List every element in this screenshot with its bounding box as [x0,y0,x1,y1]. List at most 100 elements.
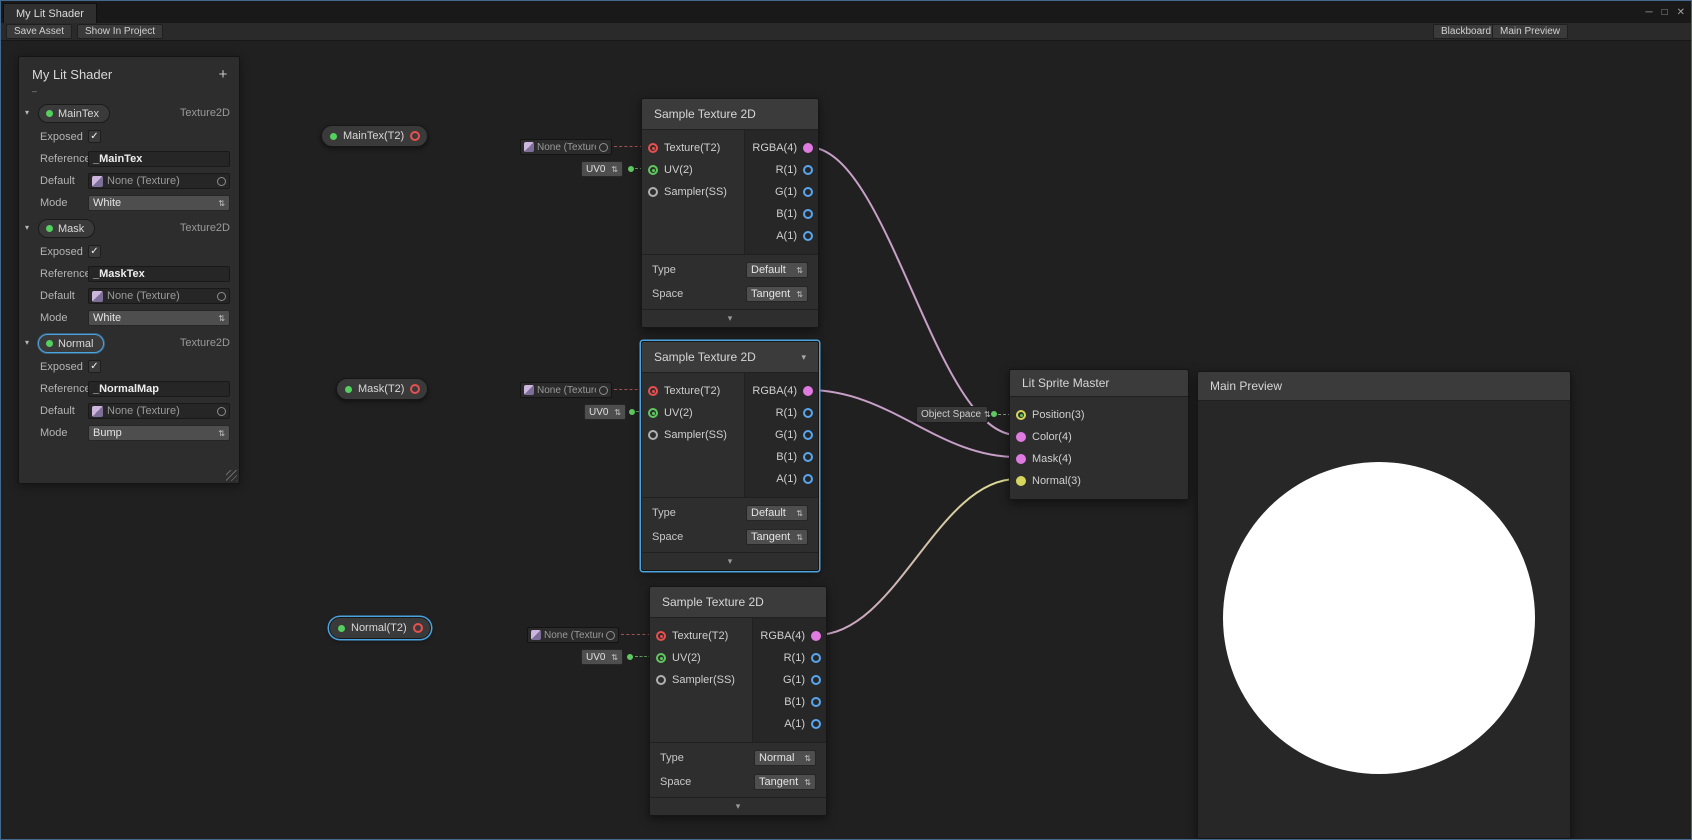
object-picker-icon[interactable] [599,386,608,395]
collapse-chevron-icon: ▾ [728,313,733,324]
tab-my-lit-shader[interactable]: My Lit Shader [3,3,97,23]
node-header[interactable]: Sample Texture 2D▾ [642,342,818,373]
default-texture-field[interactable]: None (Texture) [88,173,230,189]
node-collapse-button[interactable]: ▾ [642,309,818,327]
reference-input[interactable]: _MainTex [88,151,230,167]
close-icon[interactable]: ✕ [1677,7,1685,18]
node-sample-texture-2d-1[interactable]: Sample Texture 2D Texture(T2) UV(2) Samp… [641,98,819,328]
uv-channel-dropdown[interactable]: UV0 ⇅ [584,404,626,420]
b-output-port[interactable] [803,209,813,219]
save-asset-button[interactable]: Save Asset [6,24,72,39]
maximize-icon[interactable]: □ [1662,7,1668,18]
port-texture-output[interactable] [413,623,423,633]
object-picker-icon[interactable] [606,631,615,640]
normal-input-port[interactable] [1016,476,1026,486]
exposed-checkbox[interactable]: ✓ [88,130,101,143]
space-dropdown[interactable]: Tangent⇅ [746,286,808,302]
sampler-input-port[interactable] [656,675,666,685]
r-output-port[interactable] [803,408,813,418]
sampler-input-port[interactable] [648,187,658,197]
mask-input-port[interactable] [1016,454,1026,464]
r-output-port[interactable] [803,165,813,175]
a-output-port[interactable] [803,231,813,241]
preview-viewport[interactable] [1198,401,1570,838]
object-picker-icon[interactable] [217,407,226,416]
rgba-output-port[interactable] [811,631,821,641]
node-header[interactable]: Sample Texture 2D [642,99,818,130]
minimize-icon[interactable]: ─ [1645,7,1652,18]
type-dropdown[interactable]: Default⇅ [746,262,808,278]
r-output-port[interactable] [811,653,821,663]
node-collapse-button[interactable]: ▾ [650,797,826,815]
mode-dropdown[interactable]: White ⇅ [88,195,230,211]
uv-input-port[interactable] [648,165,658,175]
property-pill-maintex[interactable]: MainTex [38,104,110,123]
main-preview-toggle-button[interactable]: Main Preview [1492,24,1568,39]
b-output-port[interactable] [803,452,813,462]
type-dropdown[interactable]: Default⇅ [746,505,808,521]
rgba-output-port[interactable] [803,143,813,153]
reference-input[interactable]: _NormalMap [88,381,230,397]
object-picker-icon[interactable] [217,292,226,301]
a-output-port[interactable] [803,474,813,484]
property-node-mask[interactable]: Mask(T2) [336,378,428,400]
node-header[interactable]: Lit Sprite Master [1010,370,1188,397]
node-sample-texture-2d-3[interactable]: Sample Texture 2D Texture(T2) UV(2) Samp… [649,586,827,816]
b-output-port[interactable] [811,697,821,707]
texture-input-port[interactable] [648,386,658,396]
show-in-project-button[interactable]: Show In Project [77,24,163,39]
rgba-output-port[interactable] [803,386,813,396]
type-dropdown[interactable]: Normal⇅ [754,750,816,766]
texture-default-slot[interactable]: None (Texture) [520,139,612,155]
node-lit-sprite-master[interactable]: Lit Sprite Master Position(3) Color(4) M… [1009,369,1189,500]
node-header[interactable]: Sample Texture 2D [650,587,826,618]
port-texture-output[interactable] [410,131,420,141]
object-picker-icon[interactable] [217,177,226,186]
g-output-port[interactable] [803,187,813,197]
chevron-down-icon[interactable]: ▾ [25,223,29,232]
exposed-checkbox[interactable]: ✓ [88,245,101,258]
sampler-input-port[interactable] [648,430,658,440]
resize-grip[interactable] [226,470,237,481]
port-texture-output[interactable] [410,384,420,394]
preview-sphere [1223,462,1535,774]
default-texture-field[interactable]: None (Texture) [88,403,230,419]
space-dropdown[interactable]: Tangent⇅ [746,529,808,545]
property-pill-mask[interactable]: Mask [38,219,95,238]
default-texture-value: None (Texture) [107,175,180,187]
texture-default-slot[interactable]: None (Texture) [520,382,612,398]
default-texture-field[interactable]: None (Texture) [88,288,230,304]
uv-channel-dropdown[interactable]: UV0 ⇅ [581,649,623,665]
property-pill-normal[interactable]: Normal [38,334,104,353]
g-output-port[interactable] [811,675,821,685]
exposed-checkbox[interactable]: ✓ [88,360,101,373]
texture-default-slot[interactable]: None (Texture) [527,627,619,643]
object-picker-icon[interactable] [599,143,608,152]
g-output-port[interactable] [803,430,813,440]
position-input-port[interactable] [1016,410,1026,420]
space-dropdown[interactable]: Tangent⇅ [754,774,816,790]
texture-input-port[interactable] [648,143,658,153]
blackboard-toggle-button[interactable]: Blackboard [1433,24,1499,39]
a-output-port[interactable] [811,719,821,729]
chevron-down-icon[interactable]: ▾ [25,338,29,347]
chevron-down-icon[interactable]: ▾ [25,108,29,117]
mode-dropdown[interactable]: Bump ⇅ [88,425,230,441]
mode-dropdown[interactable]: White ⇅ [88,310,230,326]
node-collapse-button[interactable]: ▾ [642,552,818,570]
main-preview-panel[interactable]: Main Preview [1197,371,1571,839]
uv-channel-dropdown[interactable]: UV0 ⇅ [581,161,623,177]
node-sample-texture-2d-2[interactable]: Sample Texture 2D▾ Texture(T2) UV(2) Sam… [641,341,819,571]
blackboard-panel[interactable]: My Lit Shader + – ▾ MainTex Texture2D Ex… [18,56,240,484]
position-space-dropdown[interactable]: Object Space ⇅ [916,406,988,423]
uv-input-port[interactable] [648,408,658,418]
property-node-normal[interactable]: Normal(T2) [329,617,431,639]
add-property-button[interactable]: + [214,65,232,83]
texture-input-port[interactable] [656,631,666,641]
uv-input-port[interactable] [656,653,666,663]
property-node-maintex[interactable]: MainTex(T2) [321,125,428,147]
header-caret-icon[interactable]: ▾ [801,352,806,363]
panel-header[interactable]: Main Preview [1198,372,1570,401]
color-input-port[interactable] [1016,432,1026,442]
reference-input[interactable]: _MaskTex [88,266,230,282]
